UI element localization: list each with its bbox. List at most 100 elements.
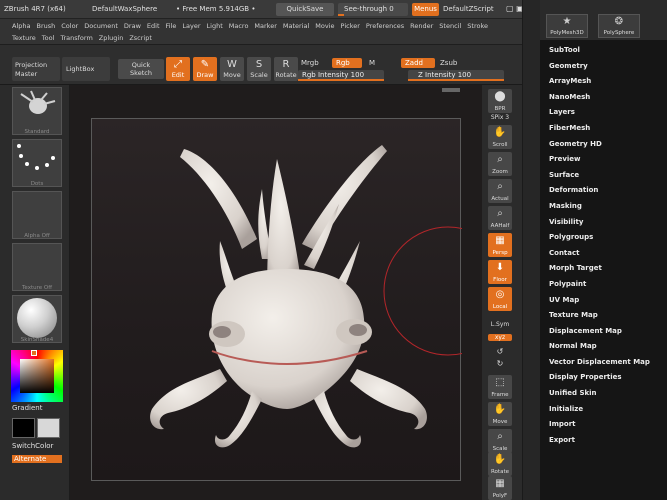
z-intensity-slider[interactable]: Z Intensity 100 bbox=[408, 70, 504, 81]
lsym-button[interactable]: L.Sym bbox=[488, 321, 512, 328]
projection-master-button[interactable]: Projection Master bbox=[12, 57, 60, 81]
menu-file[interactable]: File bbox=[166, 22, 177, 30]
texture-map-item[interactable]: Texture Map bbox=[549, 311, 650, 327]
mrgb-button[interactable]: Mrgb bbox=[297, 58, 327, 68]
polysphere-thumbnail[interactable]: ❂ PolySphere bbox=[598, 14, 640, 38]
menu-macro[interactable]: Macro bbox=[229, 22, 249, 30]
alternate-button[interactable]: Alternate bbox=[12, 455, 62, 463]
deformation-item[interactable]: Deformation bbox=[549, 186, 650, 202]
menus-button[interactable]: Menus bbox=[412, 3, 439, 16]
saturation-square[interactable] bbox=[20, 359, 54, 393]
unified-skin-item[interactable]: Unified Skin bbox=[549, 389, 650, 405]
menu-zscript[interactable]: Zscript bbox=[129, 34, 152, 42]
switch-color-button[interactable]: SwitchColor bbox=[12, 442, 53, 450]
layers-item[interactable]: Layers bbox=[549, 108, 650, 124]
document-frame[interactable] bbox=[91, 118, 513, 482]
geometry-item[interactable]: Geometry bbox=[549, 62, 650, 78]
menu-texture[interactable]: Texture bbox=[12, 34, 36, 42]
color-picker[interactable] bbox=[11, 350, 63, 402]
texture-slot[interactable] bbox=[12, 243, 62, 291]
menu-preferences[interactable]: Preferences bbox=[366, 22, 404, 30]
masking-item[interactable]: Masking bbox=[549, 202, 650, 218]
move-button[interactable]: W Move bbox=[220, 57, 244, 81]
fibermesh-item[interactable]: FiberMesh bbox=[549, 124, 650, 140]
m-button[interactable]: M bbox=[365, 58, 379, 68]
brush-slot[interactable] bbox=[12, 87, 62, 135]
uv-map-item[interactable]: UV Map bbox=[549, 296, 650, 312]
rotate-button[interactable]: R Rotate bbox=[274, 57, 298, 81]
vector-displacement-map-item[interactable]: Vector Displacement Map bbox=[549, 358, 650, 374]
sculpt-model[interactable] bbox=[92, 119, 513, 482]
normal-map-item[interactable]: Normal Map bbox=[549, 342, 650, 358]
zsub-button[interactable]: Zsub bbox=[436, 58, 470, 68]
polygroups-item[interactable]: Polygroups bbox=[549, 233, 650, 249]
scroll-button[interactable]: ✋ Scroll bbox=[488, 125, 512, 149]
menu-draw[interactable]: Draw bbox=[124, 22, 141, 30]
menu-tool[interactable]: Tool bbox=[42, 34, 55, 42]
contact-item[interactable]: Contact bbox=[549, 249, 650, 265]
main-color-swatch[interactable] bbox=[12, 418, 35, 438]
stroke-slot[interactable] bbox=[12, 139, 62, 187]
menu-render[interactable]: Render bbox=[410, 22, 433, 30]
surface-item[interactable]: Surface bbox=[549, 171, 650, 187]
persp-button[interactable]: ▦ Persp bbox=[488, 233, 512, 257]
bpr-button[interactable]: ⬤ BPR bbox=[488, 89, 512, 113]
tray-divider[interactable] bbox=[522, 0, 540, 500]
menu-stencil[interactable]: Stencil bbox=[439, 22, 461, 30]
y-axis-icon[interactable]: ↻ bbox=[488, 359, 512, 368]
display-properties-item[interactable]: Display Properties bbox=[549, 373, 650, 389]
actual-button[interactable]: ⌕ Actual bbox=[488, 179, 512, 203]
menu-movie[interactable]: Movie bbox=[315, 22, 334, 30]
zoom-button[interactable]: ⌕ Zoom bbox=[488, 152, 512, 176]
subtool-item[interactable]: SubTool bbox=[549, 46, 650, 62]
menu-material[interactable]: Material bbox=[283, 22, 309, 30]
menu-brush[interactable]: Brush bbox=[36, 22, 55, 30]
quick-sketch-button[interactable]: Quick Sketch bbox=[118, 59, 164, 79]
arraymesh-item[interactable]: ArrayMesh bbox=[549, 77, 650, 93]
default-zscript-button[interactable]: DefaultZScript bbox=[443, 5, 494, 13]
local-button[interactable]: ◎ Local bbox=[488, 287, 512, 311]
color-picker-handle[interactable] bbox=[31, 350, 37, 356]
menu-stroke[interactable]: Stroke bbox=[467, 22, 488, 30]
canvas-viewport[interactable] bbox=[70, 85, 513, 500]
quicksave-button[interactable]: QuickSave bbox=[276, 3, 334, 16]
rotation-mode-icon[interactable]: ↺ bbox=[488, 347, 512, 356]
alpha-slot[interactable] bbox=[12, 191, 62, 239]
menu-color[interactable]: Color bbox=[61, 22, 78, 30]
xyz-button[interactable]: xyz bbox=[488, 334, 512, 341]
frame-button[interactable]: ⬚ Frame bbox=[488, 375, 512, 399]
spix-slider[interactable]: SPix 3 bbox=[488, 114, 512, 121]
polyf-button[interactable]: ▦ PolyF bbox=[488, 476, 512, 500]
polymesh3d-thumbnail[interactable]: ★ PolyMesh3D bbox=[546, 14, 588, 38]
rgb-intensity-slider[interactable]: Rgb Intensity 100 bbox=[298, 70, 384, 81]
shelf-rotate-button[interactable]: ✋ Rotate bbox=[488, 452, 512, 476]
canvas-scroll-thumb[interactable] bbox=[442, 88, 460, 92]
menu-picker[interactable]: Picker bbox=[341, 22, 360, 30]
scale-button[interactable]: S Scale bbox=[247, 57, 271, 81]
secondary-color-swatch[interactable] bbox=[37, 418, 60, 438]
preview-item[interactable]: Preview bbox=[549, 155, 650, 171]
visibility-item[interactable]: Visibility bbox=[549, 218, 650, 234]
menu-light[interactable]: Light bbox=[207, 22, 223, 30]
import-item[interactable]: Import bbox=[549, 420, 650, 436]
shelf-scale-button[interactable]: ⌕ Scale bbox=[488, 429, 512, 453]
see-through-slider[interactable]: See-through 0 bbox=[338, 3, 408, 16]
material-slot[interactable] bbox=[12, 295, 62, 343]
lightbox-button[interactable]: LightBox bbox=[62, 57, 110, 81]
menu-marker[interactable]: Marker bbox=[254, 22, 276, 30]
floor-button[interactable]: ⬇ Floor bbox=[488, 260, 512, 284]
initialize-item[interactable]: Initialize bbox=[549, 405, 650, 421]
menu-transform[interactable]: Transform bbox=[60, 34, 92, 42]
morph-target-item[interactable]: Morph Target bbox=[549, 264, 650, 280]
nanomesh-item[interactable]: NanoMesh bbox=[549, 93, 650, 109]
polypaint-item[interactable]: Polypaint bbox=[549, 280, 650, 296]
menu-document[interactable]: Document bbox=[84, 22, 118, 30]
edit-button[interactable]: ⤢ Edit bbox=[166, 57, 190, 81]
shelf-move-button[interactable]: ✋ Move bbox=[488, 402, 512, 426]
menu-alpha[interactable]: Alpha bbox=[12, 22, 30, 30]
aahalf-button[interactable]: ⌕ AAHalf bbox=[488, 206, 512, 230]
geometry-hd-item[interactable]: Geometry HD bbox=[549, 140, 650, 156]
draw-button[interactable]: ✎ Draw bbox=[193, 57, 217, 81]
gradient-label[interactable]: Gradient bbox=[12, 404, 42, 412]
menu-layer[interactable]: Layer bbox=[182, 22, 200, 30]
